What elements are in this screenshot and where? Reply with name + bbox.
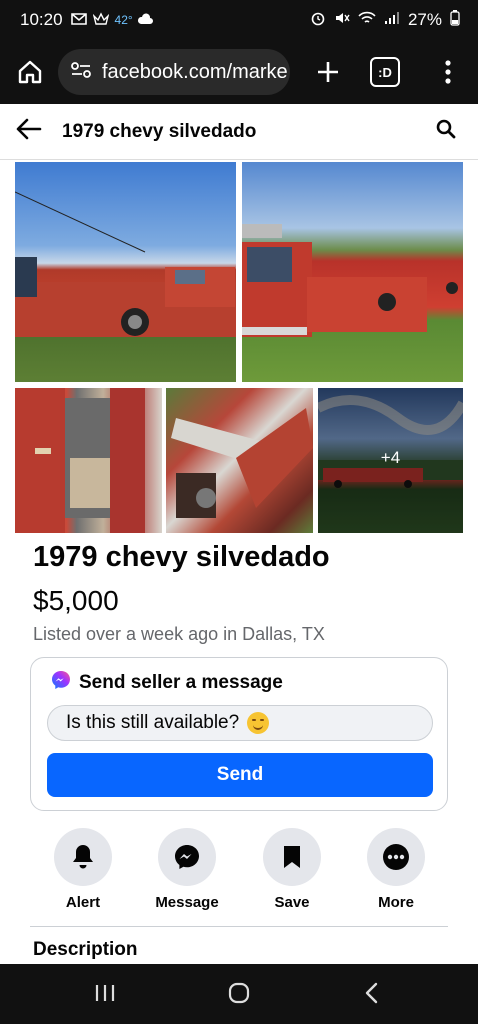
back-button[interactable] xyxy=(16,118,42,145)
tab-switcher-button[interactable]: :D xyxy=(370,57,400,87)
page-title: 1979 chevy silvedado xyxy=(62,120,257,142)
message-card-title: Send seller a message xyxy=(79,672,283,693)
message-input[interactable]: Is this still available? xyxy=(47,705,433,741)
more-button[interactable]: More xyxy=(351,828,441,911)
send-button[interactable]: Send xyxy=(47,753,433,797)
status-right: 27% xyxy=(310,9,460,31)
listing-photo-5[interactable]: +4 xyxy=(318,388,463,533)
system-nav-bar xyxy=(0,964,478,1024)
home-icon xyxy=(18,60,42,84)
more-circle[interactable] xyxy=(367,828,425,886)
url-text: facebook.com/marke xyxy=(102,60,288,83)
home-circle-icon xyxy=(228,982,250,1004)
mute-icon xyxy=(334,10,350,31)
new-tab-button[interactable] xyxy=(308,52,348,92)
back-arrow-icon xyxy=(16,118,42,140)
message-label: Message xyxy=(155,894,219,911)
search-icon xyxy=(436,119,456,139)
recent-apps-button[interactable] xyxy=(94,982,116,1009)
recents-icon xyxy=(95,985,115,1001)
save-circle[interactable] xyxy=(263,828,321,886)
wifi-icon xyxy=(358,11,376,30)
message-circle[interactable] xyxy=(158,828,216,886)
status-bar: 10:20 42° 27% xyxy=(0,0,478,40)
message-input-text: Is this still available? xyxy=(66,712,240,733)
send-message-card: Send seller a message Is this still avai… xyxy=(30,657,448,811)
listing-date-location: Listed over a week ago in Dallas, TX xyxy=(33,624,325,644)
alert-circle[interactable] xyxy=(54,828,112,886)
section-divider xyxy=(30,926,448,927)
page-header: 1979 chevy silvedado xyxy=(0,104,478,160)
cloud-icon xyxy=(137,12,153,28)
home-nav-button[interactable] xyxy=(228,982,250,1009)
bookmark-icon xyxy=(284,846,300,868)
browser-toolbar: facebook.com/marke :D xyxy=(0,40,478,104)
back-chevron-icon xyxy=(365,982,378,1004)
save-button[interactable]: Save xyxy=(247,828,337,911)
home-button[interactable] xyxy=(10,52,50,92)
messenger-icon xyxy=(175,845,199,869)
kebab-menu-icon xyxy=(445,60,451,84)
address-bar[interactable]: facebook.com/marke xyxy=(58,49,290,95)
gmail-icon xyxy=(70,12,87,28)
battery-icon xyxy=(450,9,460,31)
crown-icon xyxy=(92,11,109,29)
listing-photo-1[interactable] xyxy=(15,162,236,382)
back-nav-button[interactable] xyxy=(364,982,380,1009)
temperature: 42° xyxy=(114,13,133,27)
listing-price: $5,000 xyxy=(33,585,119,616)
more-photos-count[interactable]: +4 xyxy=(318,448,463,468)
more-label: More xyxy=(378,894,414,911)
signal-icon xyxy=(384,11,400,30)
clock: 10:20 xyxy=(20,10,63,29)
listing-photo-4[interactable] xyxy=(166,388,313,533)
site-settings-icon[interactable] xyxy=(70,61,92,84)
save-label: Save xyxy=(274,894,310,911)
smile-emoji-icon xyxy=(247,712,270,734)
search-button[interactable] xyxy=(436,119,456,144)
message-card-header: Send seller a message xyxy=(51,670,283,696)
bell-icon xyxy=(73,845,93,869)
plus-icon xyxy=(318,62,338,82)
battery-level: 27% xyxy=(407,10,442,29)
messenger-icon xyxy=(51,670,71,696)
action-row: Alert Message Save More xyxy=(30,828,448,918)
listing-photo-2[interactable] xyxy=(242,162,463,382)
alert-button[interactable]: Alert xyxy=(38,828,128,911)
alert-label: Alert xyxy=(65,894,101,911)
browser-menu-button[interactable] xyxy=(436,52,460,92)
description-heading: Description xyxy=(33,939,138,960)
listing-title: 1979 chevy silvedado xyxy=(33,541,330,573)
listing-photo-3[interactable] xyxy=(15,388,162,533)
more-icon xyxy=(383,844,409,870)
alarm-icon xyxy=(310,10,326,31)
message-button[interactable]: Message xyxy=(142,828,232,911)
